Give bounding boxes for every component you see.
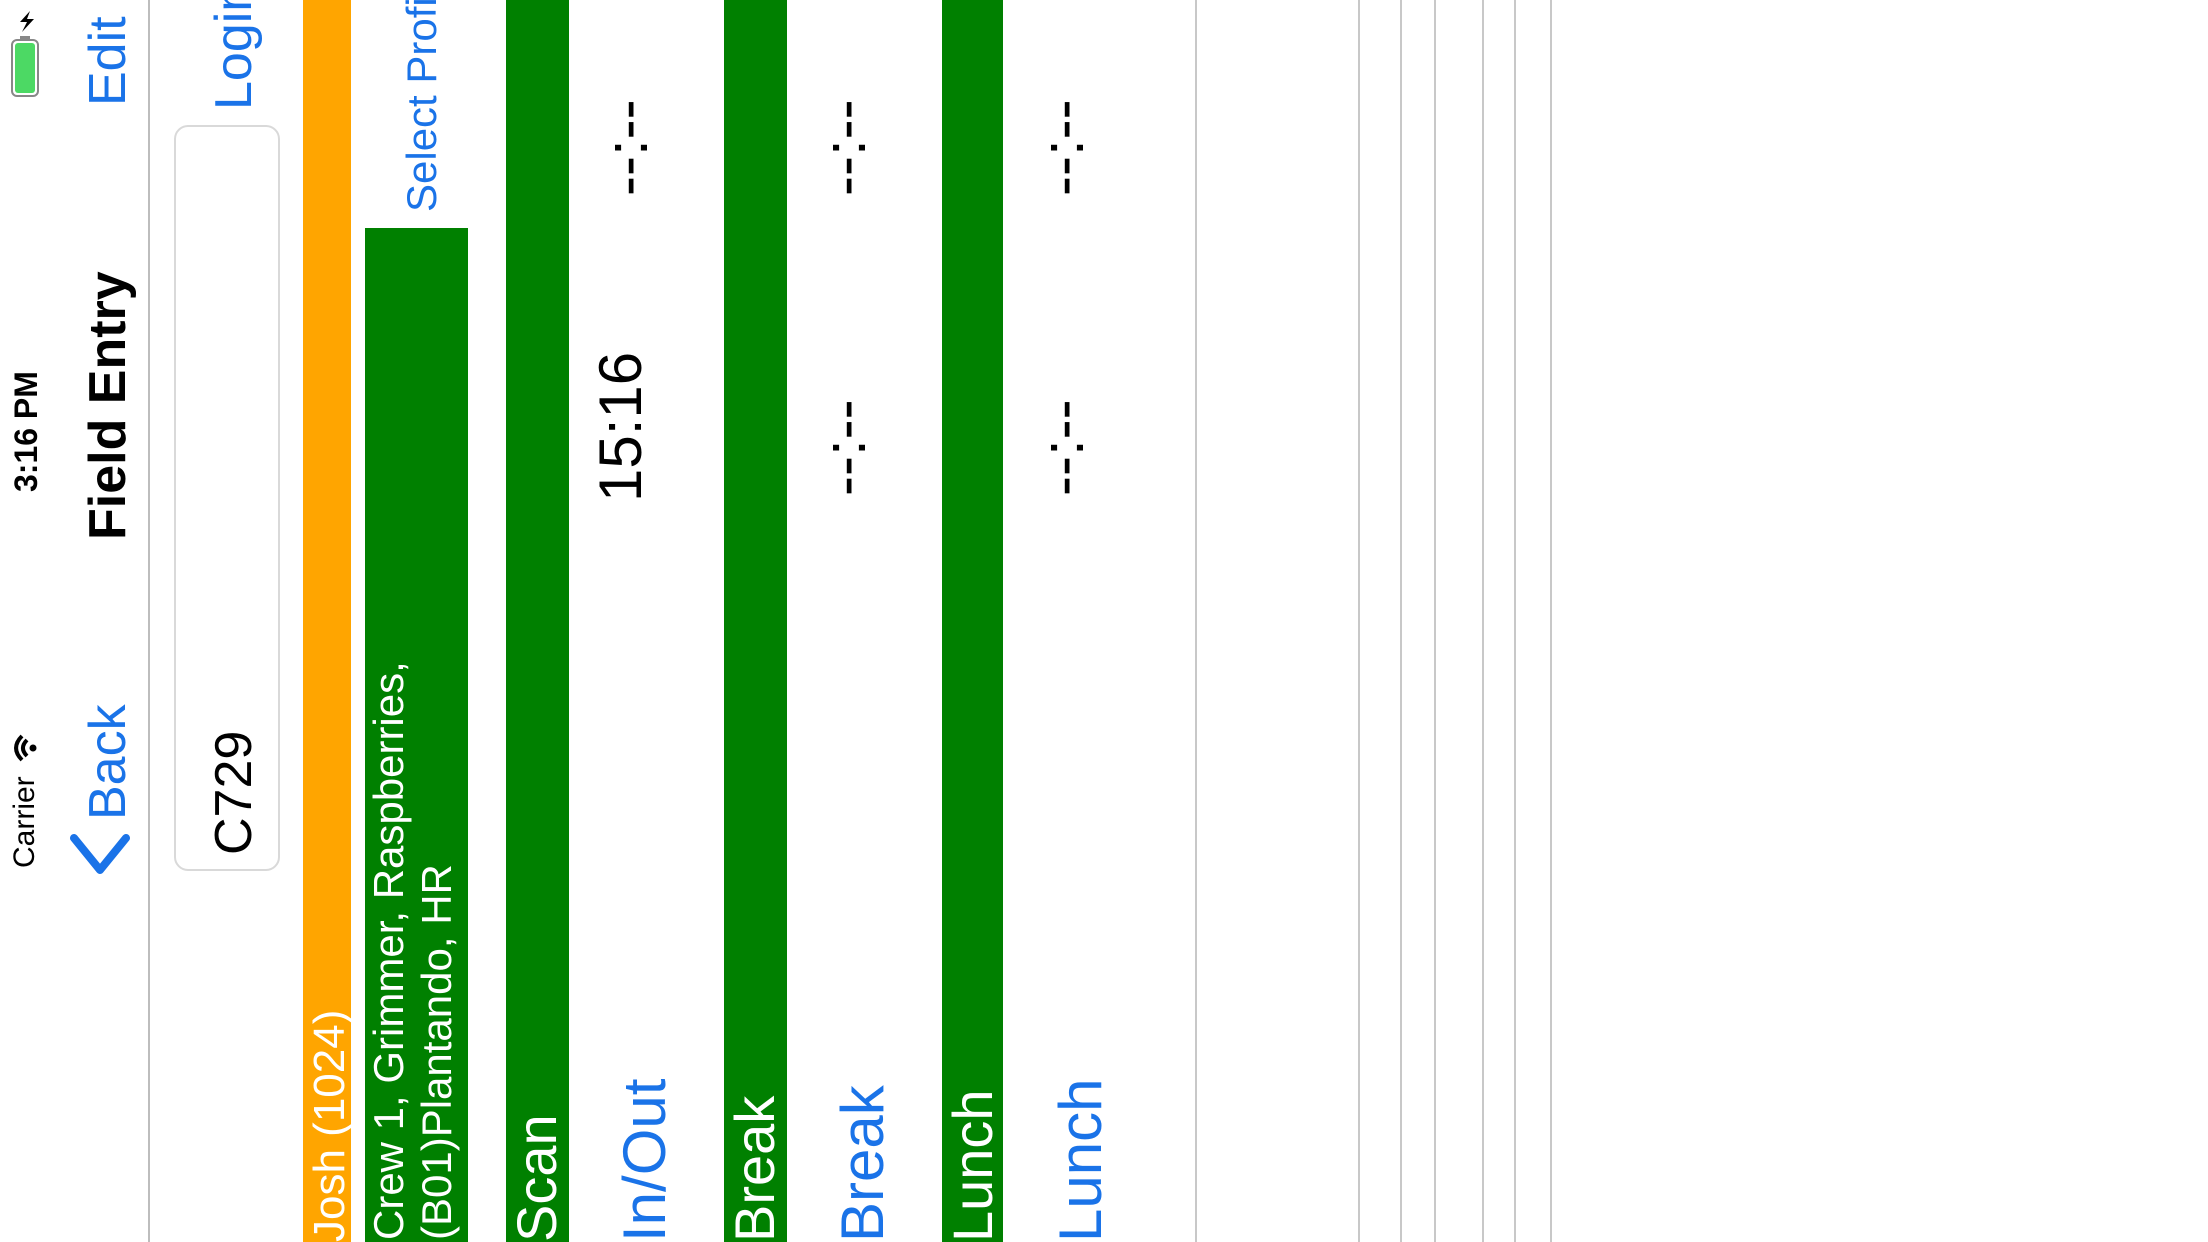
break-header-label: Break	[723, 1095, 786, 1242]
battery-icon	[6, 8, 46, 98]
status-time: 3:16 PM	[8, 371, 44, 492]
list-divider	[1434, 0, 1436, 1242]
employee-code-value: C729	[205, 730, 263, 855]
worker-name: Josh (1024)	[305, 1009, 354, 1242]
employee-code-field[interactable]: C729	[174, 125, 280, 871]
break-time-start: --:--	[811, 399, 878, 496]
break-button[interactable]: Break	[828, 1085, 897, 1242]
list-divider	[1195, 0, 1197, 1242]
list-divider	[1550, 0, 1552, 1242]
crew-info-bar: Crew 1, Grimmer, Raspberries, (B01)Plant…	[365, 228, 468, 1242]
chevron-left-icon	[70, 830, 130, 880]
lunch-header-bar: Lunch	[941, 0, 1004, 1242]
edit-button[interactable]: Edit	[78, 16, 138, 106]
break-header-bar: Break	[723, 0, 787, 1242]
page-title: Field Entry	[79, 271, 137, 540]
back-button[interactable]: Back	[70, 704, 137, 874]
break-time-end: --:--	[811, 99, 878, 196]
lunch-header-label: Lunch	[941, 1089, 1004, 1242]
select-profile-button[interactable]: Select Profile	[398, 0, 446, 212]
list-divider	[1400, 0, 1402, 1242]
crew-line-1: Crew 1, Grimmer, Raspberries,	[365, 661, 412, 1240]
inout-button[interactable]: In/Out	[610, 1079, 679, 1242]
lunch-button[interactable]: Lunch	[1046, 1079, 1115, 1242]
scan-time-out: --:--	[593, 99, 660, 196]
back-label: Back	[79, 704, 137, 820]
crew-line-2: (B01)Plantando, HR	[413, 864, 460, 1240]
list-divider	[1514, 0, 1516, 1242]
nav-divider	[148, 0, 150, 1242]
carrier-label: Carrier	[8, 776, 41, 868]
wifi-icon	[6, 728, 46, 768]
list-divider	[1358, 0, 1360, 1242]
scan-header-bar: Scan	[505, 0, 569, 1242]
scan-time-in: 15:16	[587, 351, 654, 502]
scan-header-label: Scan	[505, 1114, 568, 1242]
lunch-time-start: --:--	[1029, 399, 1096, 496]
login-button[interactable]: Login	[204, 0, 264, 110]
worker-name-bar: Josh (1024)	[303, 0, 354, 1242]
lunch-time-end: --:--	[1029, 99, 1096, 196]
list-divider	[1482, 0, 1484, 1242]
